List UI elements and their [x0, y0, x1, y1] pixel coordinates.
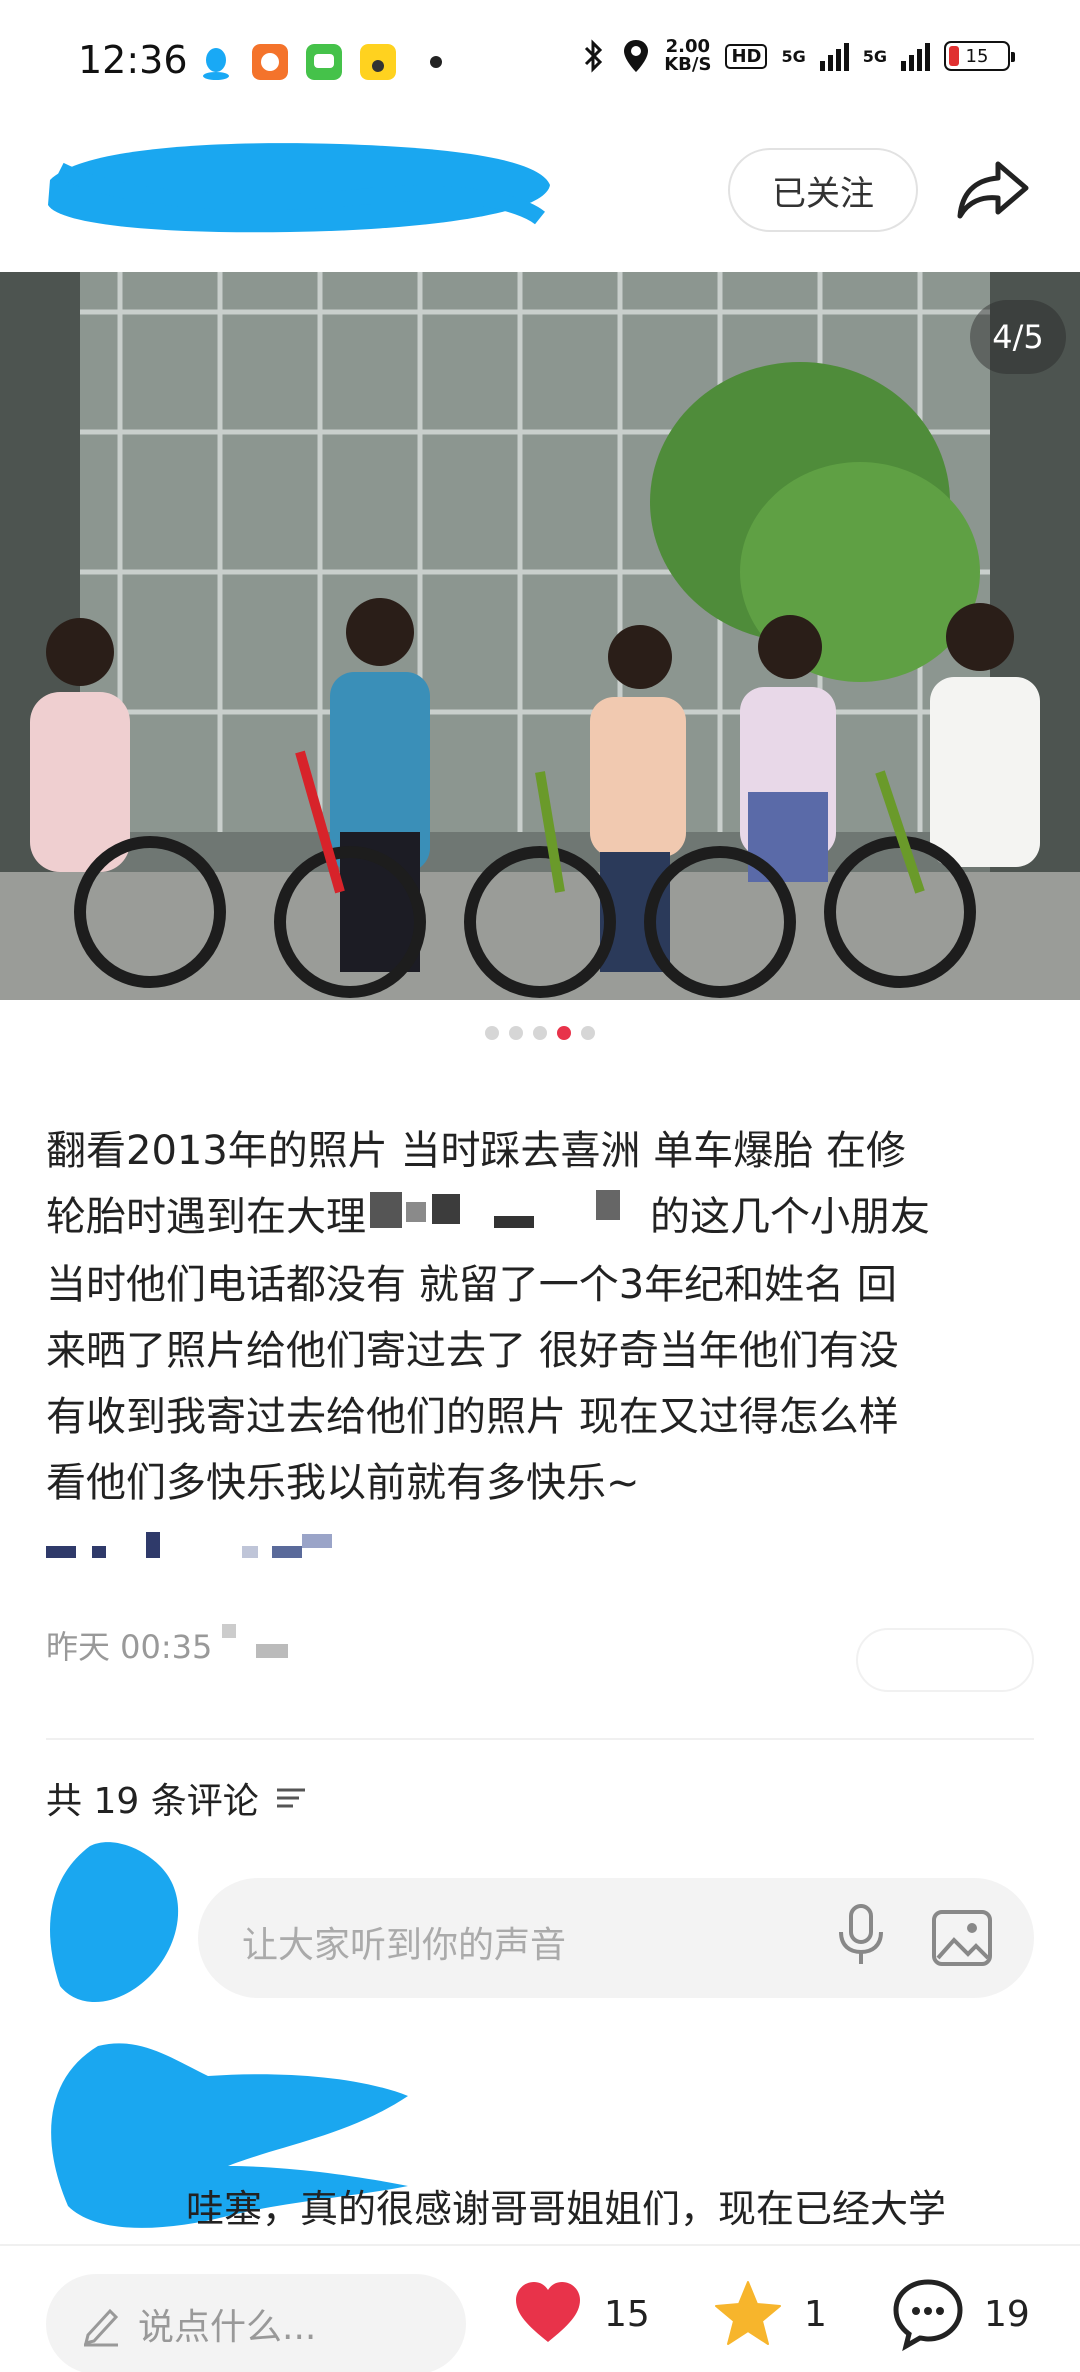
status-bar: 12:36 2.00 KB/S HD 5G 5G 15 — [0, 0, 1080, 120]
comment-button[interactable]: 19 — [890, 2276, 1030, 2352]
comment-count[interactable]: 共 19 条评论 — [46, 1772, 309, 1824]
signal-2-label: 5G — [862, 46, 887, 66]
carousel-dot[interactable] — [533, 1026, 547, 1040]
favorite-button[interactable]: 1 — [710, 2276, 827, 2352]
bluetooth-icon — [585, 39, 603, 73]
notification-icons — [198, 44, 442, 80]
post-photo[interactable] — [0, 272, 1080, 1000]
signal-1-label: 5G — [781, 46, 806, 66]
carousel-dot[interactable] — [485, 1026, 499, 1040]
image-icon[interactable] — [928, 1904, 996, 1972]
first-comment-text: 哇塞，真的很感谢哥哥姐姐们，现在已经大学 — [186, 2187, 947, 2231]
app-orange-icon — [252, 44, 288, 80]
carousel-dot[interactable] — [557, 1026, 571, 1040]
comment-bubble-icon — [893, 2279, 963, 2352]
status-indicators: 2.00 KB/S HD 5G 5G 15 — [580, 36, 1015, 75]
sort-icon[interactable] — [273, 1780, 309, 1816]
app-yellow-icon — [360, 44, 396, 80]
hd-badge: HD — [725, 43, 768, 69]
microphone-icon[interactable] — [826, 1900, 896, 1970]
tags-redaction — [46, 1518, 366, 1584]
photo-counter: 4/5 — [970, 300, 1066, 374]
post-text: 翻看2013年的照片 当时踩去喜洲 单车爆胎 在修 轮胎时遇到在大理 的这几个小朋… — [46, 1118, 1036, 1584]
children-with-bikes-image — [0, 272, 1080, 1000]
like-button[interactable]: 15 — [510, 2276, 650, 2352]
message-icon — [306, 44, 342, 80]
location-icon — [624, 40, 649, 72]
star-icon — [715, 2281, 781, 2345]
comment-input[interactable]: 让大家听到你的声音 — [198, 1878, 1034, 1998]
post-time: 昨天 00:35 — [46, 1628, 213, 1666]
carousel-dot[interactable] — [581, 1026, 595, 1040]
bottom-bar: 说点什么... 15 1 19 — [0, 2244, 1080, 2372]
divider — [46, 1738, 1034, 1740]
meta-redaction — [856, 1628, 1034, 1692]
share-icon[interactable] — [952, 150, 1032, 230]
carousel-dot[interactable] — [509, 1026, 523, 1040]
pen-icon — [83, 2308, 119, 2347]
say-something-input[interactable]: 说点什么... — [46, 2274, 466, 2372]
more-notifications-dot — [430, 56, 442, 68]
battery-icon: 15 — [944, 41, 1015, 71]
net-speed: 2.00 KB/S — [664, 36, 712, 75]
avatar-redaction — [50, 1842, 179, 2003]
carousel-dots[interactable] — [0, 1026, 1080, 1040]
qq-icon — [203, 48, 229, 80]
heart-icon — [516, 2282, 580, 2342]
signal-2-icon — [901, 41, 930, 71]
author-redaction[interactable] — [40, 130, 560, 240]
location-redaction — [222, 1624, 288, 1658]
follow-button[interactable]: 已关注 — [728, 148, 918, 232]
signal-1-icon — [819, 41, 849, 71]
status-time: 12:36 — [78, 38, 188, 82]
mosaic-redaction — [366, 1186, 650, 1252]
